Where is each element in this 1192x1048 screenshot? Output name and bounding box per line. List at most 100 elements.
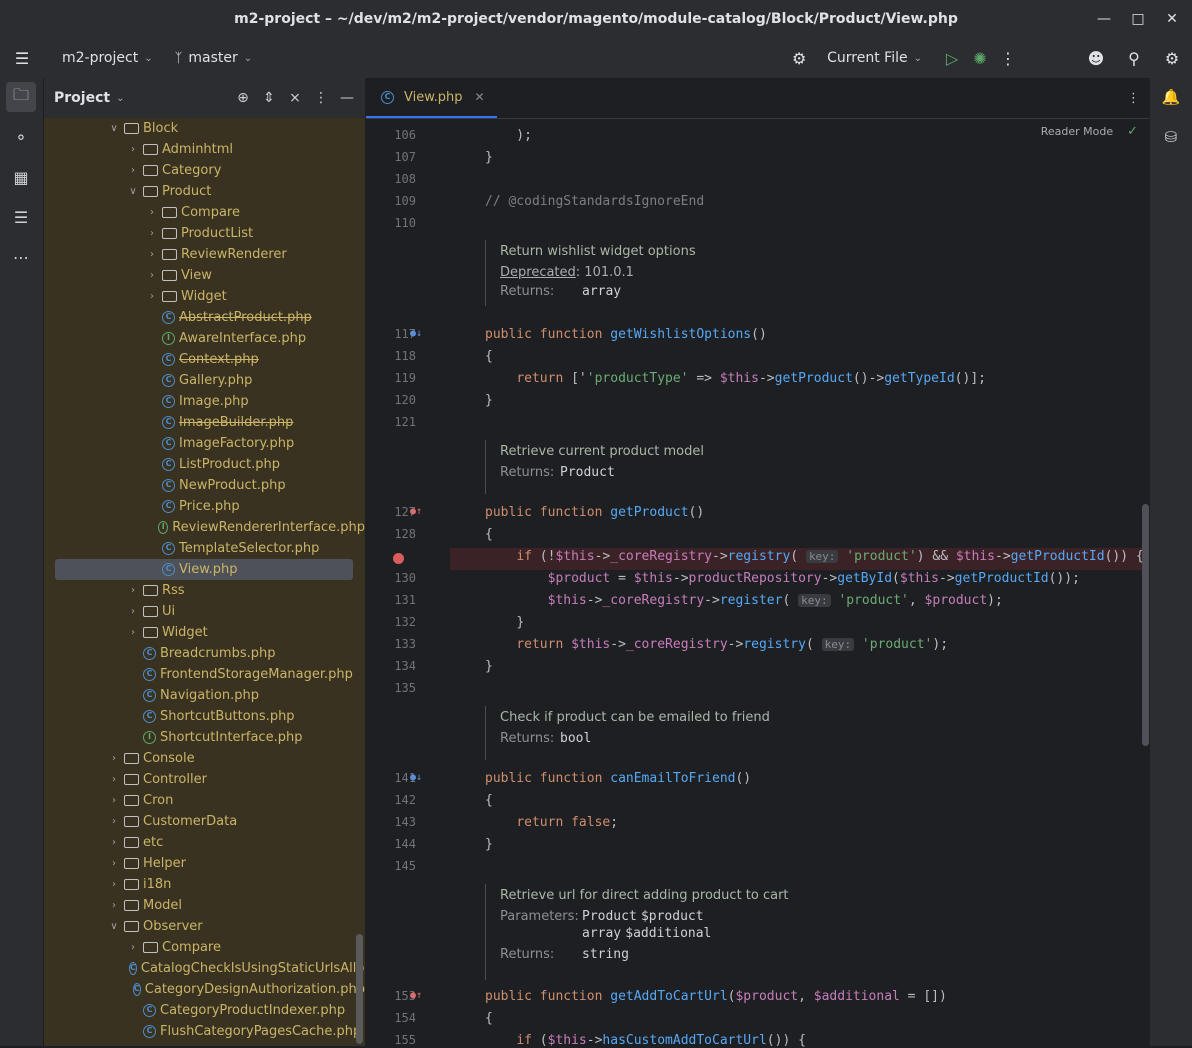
tree-file[interactable]: I ReviewRendererInterface.php bbox=[44, 517, 365, 538]
implements-icon[interactable]: ●↓ bbox=[410, 328, 422, 339]
tree-folder[interactable]: › View bbox=[44, 265, 365, 286]
chevron-right-icon[interactable]: › bbox=[107, 774, 121, 785]
tree-folder[interactable]: › Helper bbox=[44, 853, 365, 874]
project-folder-icon[interactable]: 🗀 bbox=[6, 82, 36, 112]
project-scrollbar[interactable] bbox=[356, 934, 363, 1044]
tree-file[interactable]: C Gallery.php bbox=[44, 370, 365, 391]
chevron-right-icon[interactable]: › bbox=[107, 816, 121, 827]
tree-folder[interactable]: › Adminhtml bbox=[44, 139, 365, 160]
run-icon[interactable]: ▷ bbox=[938, 44, 966, 72]
tree-folder[interactable]: › CustomerData bbox=[44, 811, 365, 832]
chevron-right-icon[interactable]: › bbox=[107, 753, 121, 764]
tab-options-icon[interactable]: ⋮ bbox=[1127, 91, 1140, 106]
implements-icon[interactable]: ●↓ bbox=[410, 772, 422, 783]
tree-folder[interactable]: › Rss bbox=[44, 580, 365, 601]
chevron-right-icon[interactable]: › bbox=[107, 900, 121, 911]
todo-icon[interactable]: ☰ bbox=[6, 202, 36, 232]
hide-panel-icon[interactable]: — bbox=[337, 90, 357, 106]
tree-folder[interactable]: › Category bbox=[44, 160, 365, 181]
chevron-right-icon[interactable]: › bbox=[145, 249, 159, 260]
tree-folder[interactable]: › i18n bbox=[44, 874, 365, 895]
tree-folder[interactable]: › Ui bbox=[44, 601, 365, 622]
add-user-icon[interactable]: ☻ bbox=[1082, 44, 1110, 72]
chevron-down-icon[interactable]: ⌄ bbox=[116, 93, 124, 104]
tree-file[interactable]: C ListProduct.php bbox=[44, 454, 365, 475]
collapse-all-icon[interactable]: ⨯ bbox=[285, 90, 305, 106]
chevron-right-icon[interactable]: › bbox=[107, 879, 121, 890]
tree-folder[interactable]: › Model bbox=[44, 895, 365, 916]
chevron-right-icon[interactable]: › bbox=[126, 585, 140, 596]
override-icon[interactable]: ●↑ bbox=[410, 506, 422, 517]
tree-file[interactable]: C Image.php bbox=[44, 391, 365, 412]
tree-folder[interactable]: › Compare bbox=[44, 202, 365, 223]
tree-file[interactable]: CCatalogCheckIsUsingStaticUrlsAllowedObs… bbox=[44, 958, 365, 979]
chevron-right-icon[interactable]: › bbox=[145, 228, 159, 239]
tree-file[interactable]: I AwareInterface.php bbox=[44, 328, 365, 349]
project-panel-title[interactable]: Project bbox=[54, 90, 110, 106]
debug-disabled-icon[interactable]: ⚙ bbox=[785, 44, 813, 72]
tree-folder[interactable]: › Console bbox=[44, 748, 365, 769]
settings-icon[interactable]: ⚙ bbox=[1158, 44, 1186, 72]
database-icon[interactable]: ⛁ bbox=[1156, 122, 1186, 152]
tree-folder[interactable]: › Compare bbox=[44, 937, 365, 958]
chevron-down-icon[interactable]: ∨ bbox=[126, 186, 140, 197]
tree-folder[interactable]: ∨ Observer bbox=[44, 916, 365, 937]
tree-file[interactable]: C TemplateSelector.php bbox=[44, 538, 365, 559]
run-config-selector[interactable]: Current File ⌄ bbox=[827, 50, 922, 66]
commit-icon[interactable]: ⚬ bbox=[6, 122, 36, 152]
tree-folder[interactable]: › ProductList bbox=[44, 223, 365, 244]
chevron-right-icon[interactable]: › bbox=[107, 795, 121, 806]
project-switcher[interactable]: m2-project ⌄ bbox=[62, 50, 153, 66]
deprecated-link[interactable]: Deprecated bbox=[500, 265, 576, 280]
tree-file[interactable]: C Price.php bbox=[44, 496, 365, 517]
hamburger-menu-icon[interactable]: ☰ bbox=[8, 44, 36, 72]
debug-icon[interactable]: ✺ bbox=[966, 44, 994, 72]
tree-file[interactable]: C Context.php bbox=[44, 349, 365, 370]
tree-file[interactable]: C ImageFactory.php bbox=[44, 433, 365, 454]
chevron-right-icon[interactable]: › bbox=[126, 606, 140, 617]
tree-file[interactable]: C AbstractProduct.php bbox=[44, 307, 365, 328]
tree-file[interactable]: C ShortcutButtons.php bbox=[44, 706, 365, 727]
tree-folder[interactable]: › Cron bbox=[44, 790, 365, 811]
chevron-right-icon[interactable]: › bbox=[145, 270, 159, 281]
chevron-right-icon[interactable]: › bbox=[145, 207, 159, 218]
breakpoint-icon[interactable] bbox=[393, 553, 404, 564]
expand-all-icon[interactable]: ⇕ bbox=[259, 90, 279, 106]
minimize-icon[interactable]: — bbox=[1092, 8, 1116, 30]
chevron-right-icon[interactable]: › bbox=[145, 291, 159, 302]
chevron-down-icon[interactable]: ∨ bbox=[107, 921, 121, 932]
tree-file[interactable]: C FrontendStorageManager.php bbox=[44, 664, 365, 685]
tree-file[interactable]: I ShortcutInterface.php bbox=[44, 727, 365, 748]
tree-folder[interactable]: › etc bbox=[44, 832, 365, 853]
search-icon[interactable]: ⚲ bbox=[1120, 44, 1148, 72]
tree-file[interactable]: C Breadcrumbs.php bbox=[44, 643, 365, 664]
tree-folder[interactable]: › Widget bbox=[44, 622, 365, 643]
tree-file[interactable]: C Navigation.php bbox=[44, 685, 365, 706]
tree-folder[interactable]: ∨ Product bbox=[44, 181, 365, 202]
structure-icon[interactable]: ▦ bbox=[6, 162, 36, 192]
notifications-icon[interactable]: 🔔 bbox=[1156, 82, 1186, 112]
tree-folder[interactable]: › ReviewRenderer bbox=[44, 244, 365, 265]
chevron-right-icon[interactable]: › bbox=[107, 837, 121, 848]
tree-folder[interactable]: › Controller bbox=[44, 769, 365, 790]
branch-switcher[interactable]: ᛉ master ⌄ bbox=[175, 50, 253, 66]
tab-view-php[interactable]: C View.php ✕ bbox=[366, 78, 497, 118]
tree-file[interactable]: C FlushCategoryPagesCache.php bbox=[44, 1021, 365, 1042]
tree-file[interactable]: C View.php bbox=[55, 559, 353, 580]
editor-scrollbar[interactable] bbox=[1142, 504, 1149, 746]
chevron-right-icon[interactable]: › bbox=[126, 627, 140, 638]
chevron-right-icon[interactable]: › bbox=[107, 858, 121, 869]
chevron-down-icon[interactable]: ∨ bbox=[107, 123, 121, 134]
tree-file[interactable]: C ImageBuilder.php bbox=[44, 412, 365, 433]
reader-mode-toggle[interactable]: Reader Mode ✓ bbox=[1041, 124, 1138, 139]
tree-folder[interactable]: ∨ Block bbox=[44, 118, 365, 139]
options-icon[interactable]: ⋮ bbox=[311, 90, 331, 106]
locate-file-icon[interactable]: ⊕ bbox=[233, 90, 253, 106]
more-actions-icon[interactable]: ⋮ bbox=[994, 44, 1022, 72]
more-tools-icon[interactable]: ⋯ bbox=[6, 242, 36, 272]
tree-file[interactable]: C NewProduct.php bbox=[44, 475, 365, 496]
tree-file[interactable]: C CategoryDesignAuthorization.php bbox=[44, 979, 365, 1000]
override-icon[interactable]: ●↑ bbox=[410, 990, 422, 1001]
tree-file[interactable]: C CategoryProductIndexer.php bbox=[44, 1000, 365, 1021]
chevron-right-icon[interactable]: › bbox=[126, 942, 140, 953]
